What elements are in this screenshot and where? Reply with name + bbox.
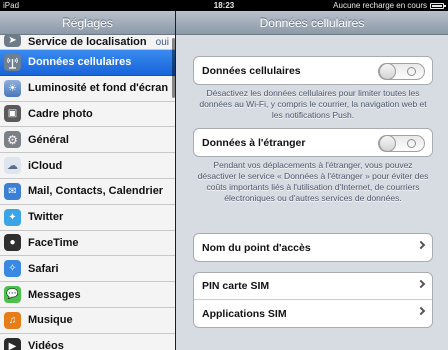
data-roaming-label: Données à l'étranger	[202, 136, 306, 149]
sim-applications-row[interactable]: Applications SIM	[194, 300, 432, 327]
sidebar-item-music[interactable]: ♫ Musique	[0, 307, 175, 334]
apn-row[interactable]: Nom du point d'accès	[194, 234, 432, 261]
music-note-icon: ♫	[4, 311, 21, 329]
sidebar-item-messages[interactable]: 💬 Messages	[0, 282, 175, 308]
sidebar-item-label: Vidéos	[28, 340, 64, 350]
speech-bubble-icon: 💬	[4, 286, 21, 304]
sidebar-item-label: Mail, Contacts, Calendrier	[28, 185, 164, 198]
sidebar-item-general[interactable]: ⚙ Général	[0, 127, 175, 154]
chevron-right-icon	[416, 240, 426, 250]
toggle-knob	[379, 63, 396, 80]
battery-status: Aucune recharge en cours	[333, 0, 446, 11]
cellular-data-row[interactable]: Données cellulaires	[194, 57, 432, 84]
cellular-data-label: Données cellulaires	[202, 64, 301, 77]
compass-icon: ✧	[4, 260, 21, 278]
roaming-group: Données à l'étranger	[193, 128, 433, 157]
sidebar-item-label: iCloud	[28, 159, 63, 172]
sidebar-item-facetime[interactable]: ● FaceTime	[0, 230, 175, 257]
sim-applications-label: Applications SIM	[202, 307, 287, 320]
chevron-right-icon	[416, 306, 426, 316]
apn-group: Nom du point d'accès	[193, 233, 433, 262]
settings-sidebar[interactable]: Réglages ➤ Service de localisation oui D…	[0, 11, 175, 350]
data-roaming-note: Pendant vos déplacements à l'étranger, v…	[197, 160, 429, 203]
sidebar-item-label: Service de localisation	[28, 36, 147, 48]
sim-pin-label: PIN carte SIM	[202, 280, 270, 292]
status-bar: iPad 18:23 Aucune recharge en cours	[0, 0, 448, 11]
off-circle-icon	[407, 67, 416, 76]
data-roaming-row[interactable]: Données à l'étranger	[194, 129, 432, 156]
page-title: Données cellulaires	[176, 11, 448, 35]
sim-group: PIN carte SIM Applications SIM	[193, 272, 433, 328]
sidebar-item-label: Luminosité et fond d'écran	[28, 82, 169, 95]
cellular-data-note: Désactivez les données cellulaires pour …	[199, 88, 427, 120]
apn-label: Nom du point d'accès	[202, 241, 311, 254]
sidebar-item-label: Données cellulaires	[28, 56, 132, 69]
cellular-data-pane: Données cellulaires Données cellulaires …	[176, 11, 448, 350]
sidebar-item-icloud[interactable]: ☁ iCloud	[0, 153, 175, 179]
sidebar-item-cellular-data[interactable]: Données cellulaires	[0, 50, 175, 76]
sidebar-item-value: oui	[155, 36, 169, 48]
mail-icon: ✉	[4, 182, 21, 200]
sidebar-item-location[interactable]: ➤ Service de localisation oui	[0, 33, 175, 50]
sidebar-item-label: Messages	[28, 288, 81, 301]
video-camera-icon: ●	[4, 234, 21, 252]
battery-icon	[430, 2, 446, 9]
sidebar-item-label: Musique	[28, 314, 73, 327]
sidebar-item-mail[interactable]: ✉ Mail, Contacts, Calendrier	[0, 178, 175, 205]
location-icon: ➤	[4, 33, 21, 47]
sidebar-item-safari[interactable]: ✧ Safari	[0, 256, 175, 283]
sidebar-item-videos[interactable]: ▶ Vidéos	[0, 333, 175, 350]
chevron-right-icon	[416, 279, 426, 289]
cellular-data-group: Données cellulaires	[193, 56, 433, 85]
sidebar-item-label: Twitter	[28, 211, 64, 224]
sidebar-title: Réglages	[0, 11, 175, 35]
sidebar-item-brightness[interactable]: ☀ Luminosité et fond d'écran	[0, 75, 175, 102]
charging-status: Aucune recharge en cours	[333, 1, 427, 10]
sidebar-item-label: FaceTime	[28, 236, 79, 249]
picture-frame-icon: ▣	[4, 105, 21, 123]
off-circle-icon	[407, 139, 416, 148]
cellular-antenna-icon	[4, 53, 21, 71]
sim-pin-row[interactable]: PIN carte SIM	[194, 273, 432, 300]
data-roaming-toggle[interactable]	[378, 135, 425, 152]
twitter-bird-icon: ✦	[4, 208, 21, 226]
cloud-icon: ☁	[4, 157, 21, 175]
film-icon: ▶	[4, 337, 21, 350]
sidebar-item-picture-frame[interactable]: ▣ Cadre photo	[0, 101, 175, 128]
sidebar-item-twitter[interactable]: ✦ Twitter	[0, 204, 175, 231]
toggle-knob	[379, 135, 396, 152]
cellular-data-toggle[interactable]	[378, 63, 425, 80]
sidebar-item-label: Général	[28, 133, 69, 146]
sidebar-item-label: Safari	[28, 262, 59, 275]
gear-icon: ⚙	[4, 131, 21, 149]
sidebar-list: ➤ Service de localisation oui Données ce…	[0, 33, 175, 350]
sidebar-item-label: Cadre photo	[28, 107, 93, 120]
brightness-icon: ☀	[4, 79, 21, 97]
